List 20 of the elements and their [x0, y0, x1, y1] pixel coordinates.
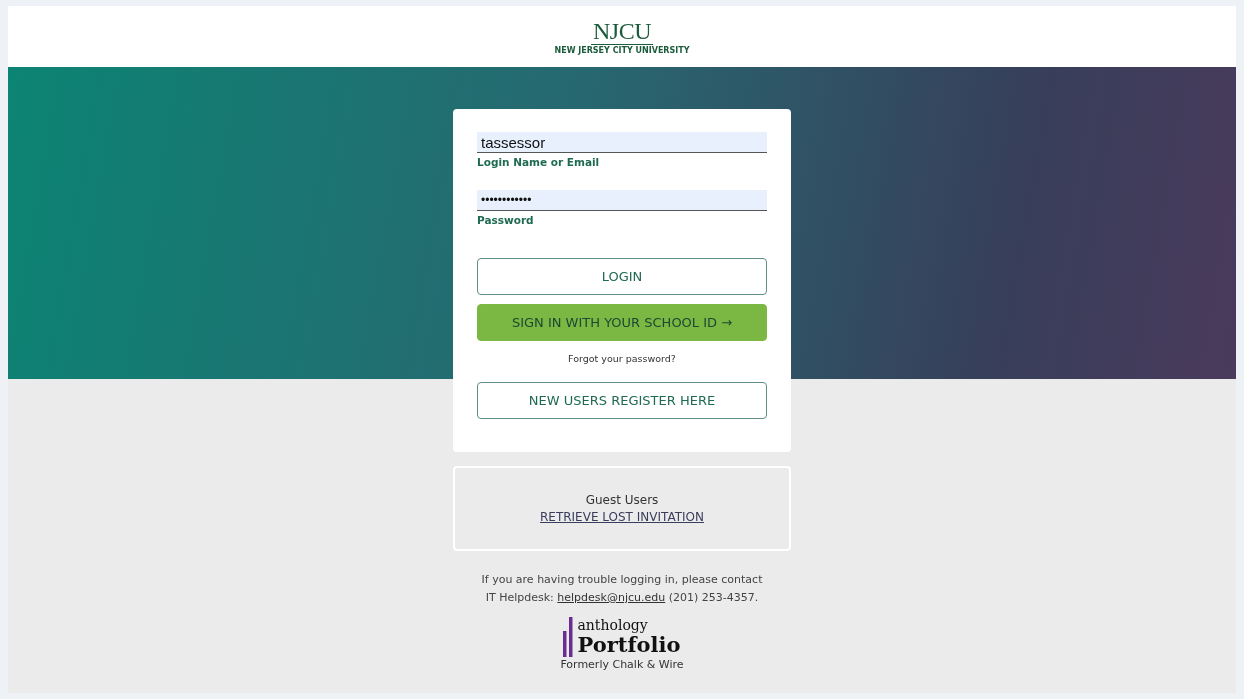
- logo-wordmark: NJCU: [591, 18, 653, 45]
- help-text: If you are having trouble logging in, please contact: [481, 572, 763, 588]
- product-name: Portfolio: [577, 633, 681, 657]
- login-button[interactable]: LOGIN: [477, 258, 767, 295]
- retrieve-invitation-link[interactable]: RETRIEVE LOST INVITATION: [540, 510, 704, 524]
- email-link[interactable]: helpdesk@njcu.edu: [557, 591, 666, 604]
- brand-name: anthology: [577, 618, 649, 633]
- input-field[interactable]: tassessor: [477, 132, 767, 153]
- help-text: IT Helpdesk:: [485, 591, 554, 604]
- field-label: Password: [477, 214, 535, 226]
- register-button[interactable]: NEW USERS REGISTER HERE: [477, 382, 767, 419]
- forgot-password-link[interactable]: Forgot your password?: [568, 353, 676, 364]
- school-sign-in-button[interactable]: SIGN IN WITH YOUR SCHOOL ID →: [477, 304, 767, 341]
- brand-tagline: Formerly Chalk & Wire: [560, 658, 684, 671]
- logo-subtitle: NEW JERSEY CITY UNIVERSITY: [554, 45, 690, 55]
- guest-title: Guest Users: [585, 493, 659, 507]
- bars-logo-icon: [563, 617, 574, 657]
- phone-number: (201) 253-4357.: [668, 591, 759, 604]
- input-field[interactable]: ••••••••••••: [477, 190, 767, 211]
- field-label: Login Name or Email: [477, 156, 601, 168]
